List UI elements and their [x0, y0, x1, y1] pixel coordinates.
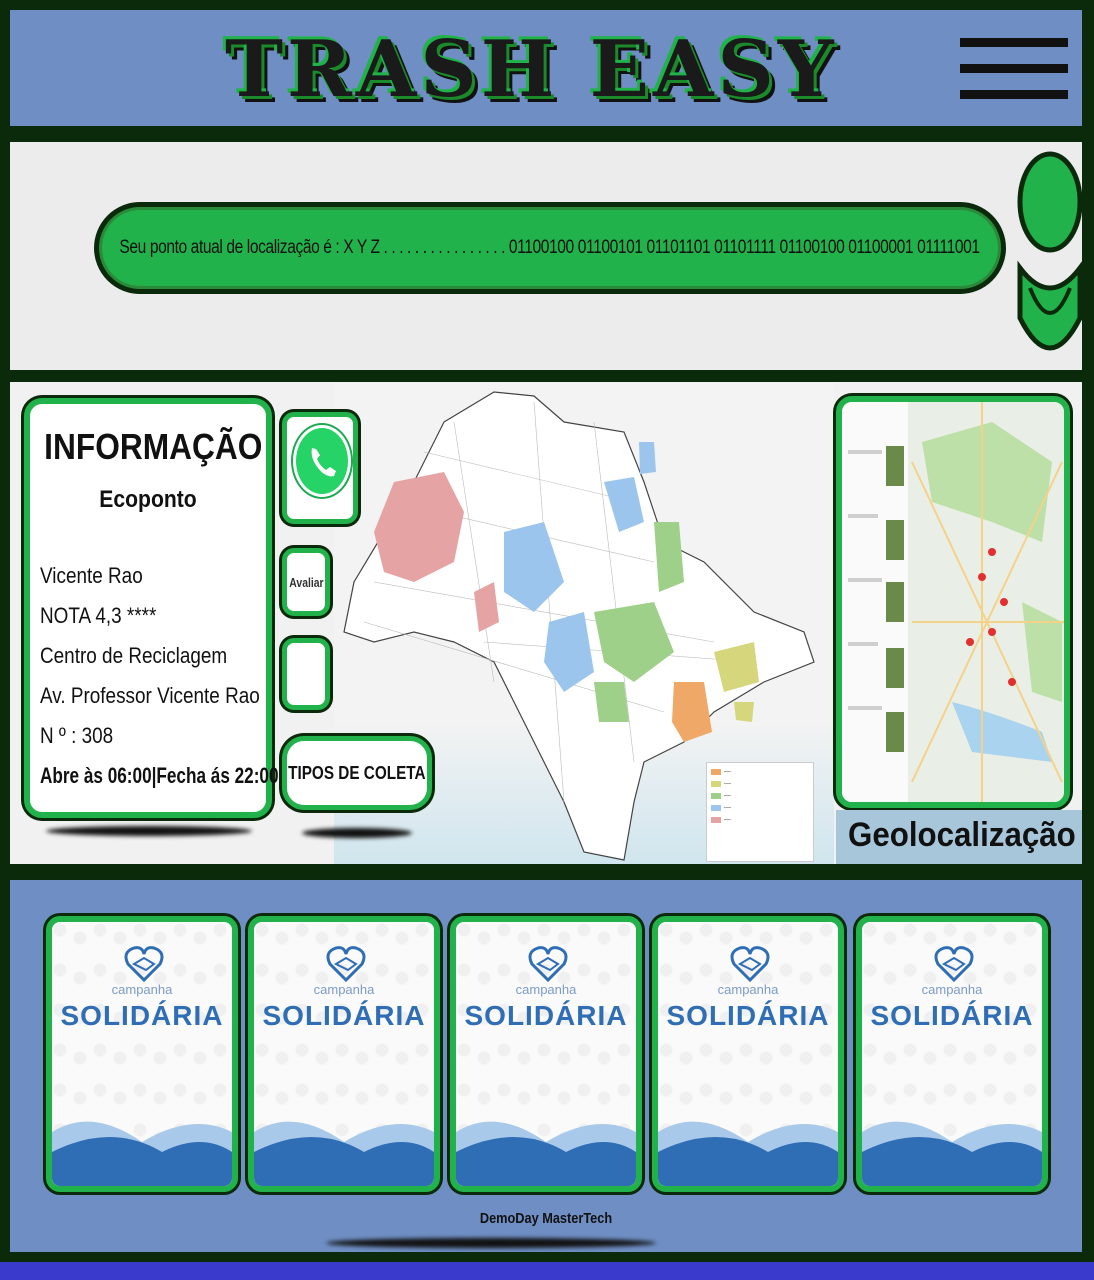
location-bar: Seu ponto atual de localização é : X Y Z…	[94, 202, 1006, 294]
campaign-line1: campanha	[111, 982, 173, 997]
button-shadow	[302, 828, 412, 838]
rate-button-label: Avaliar	[288, 574, 324, 590]
campaign-line1: campanha	[717, 982, 779, 997]
info-name: Vicente Rao	[40, 563, 143, 588]
bottom-strip	[0, 1262, 1094, 1280]
footer-shadow	[326, 1238, 656, 1248]
campaign-line2: SOLIDÁRIA	[870, 1000, 1034, 1031]
campaign-card[interactable]: campanha SOLIDÁRIA	[248, 916, 440, 1192]
hamburger-menu-icon[interactable]	[960, 34, 1070, 104]
info-rating: NOTA 4,3 ****	[40, 603, 157, 628]
info-card: INFORMAÇÃO Ecoponto Vicente Rao NOTA 4,3…	[24, 398, 279, 818]
campaign-line2: SOLIDÁRIA	[666, 1000, 830, 1031]
location-band: Seu ponto atual de localização é : X Y Z…	[6, 138, 1086, 374]
campaign-band: campanha SOLIDÁRIA campanha SOLIDÁRIA ca…	[6, 876, 1086, 1256]
info-address: Av. Professor Vicente Rao	[40, 683, 260, 708]
map-thumbnail	[842, 402, 1064, 802]
campaign-wave	[862, 1121, 1042, 1186]
map-legend: — — — — —	[706, 762, 814, 862]
campaign-line1: campanha	[515, 982, 577, 997]
collection-types-label: TIPOS DE COLETA	[288, 762, 426, 783]
info-type: Centro de Reciclagem	[40, 643, 228, 668]
whatsapp-icon	[293, 425, 351, 497]
campaign-card[interactable]: campanha SOLIDÁRIA	[652, 916, 844, 1192]
campaign-line2: SOLIDÁRIA	[60, 1000, 224, 1031]
campaign-line2: SOLIDÁRIA	[464, 1000, 628, 1031]
campaign-line1: campanha	[313, 982, 375, 997]
campaign-wave	[254, 1121, 434, 1186]
geolocation-label-box: Geolocalização	[836, 810, 1082, 864]
geolocation-label: Geolocalização	[848, 816, 1076, 854]
campaign-card[interactable]: campanha SOLIDÁRIA	[46, 916, 238, 1192]
info-card-shadow	[46, 826, 252, 836]
info-hours: Abre às 06:00|Fecha ás 22:00	[40, 763, 279, 788]
location-pin-icon	[1017, 151, 1083, 351]
campaign-card[interactable]: campanha SOLIDÁRIA	[856, 916, 1048, 1192]
footer-text: DemoDay MasterTech	[479, 1210, 613, 1227]
heart-handshake-icon	[528, 946, 568, 983]
location-text: Seu ponto atual de localização é : X Y Z…	[119, 237, 981, 258]
rate-button[interactable]: Avaliar	[282, 548, 330, 616]
info-title: INFORMAÇÃO	[44, 426, 263, 467]
heart-handshake-icon	[934, 946, 974, 983]
blank-button[interactable]	[282, 638, 330, 710]
campaign-wave	[456, 1121, 636, 1186]
main-band: — — — — — INFORMAÇÃO Ecoponto Vicente Ra…	[6, 378, 1086, 868]
heart-handshake-icon	[124, 946, 164, 983]
app-title: TRASH EASY	[225, 24, 838, 115]
geolocation-map-card[interactable]	[836, 396, 1070, 808]
campaign-card[interactable]: campanha SOLIDÁRIA	[450, 916, 642, 1192]
whatsapp-button[interactable]	[282, 412, 358, 524]
campaign-line1: campanha	[921, 982, 983, 997]
collection-types-button[interactable]: TIPOS DE COLETA	[282, 736, 432, 810]
heart-handshake-icon	[730, 946, 770, 983]
heart-handshake-icon	[326, 946, 366, 983]
campaign-wave	[658, 1121, 838, 1186]
info-number: N º : 308	[40, 723, 114, 748]
header: TRASH EASY	[6, 6, 1086, 130]
campaign-line2: SOLIDÁRIA	[262, 1000, 426, 1031]
campaign-wave	[52, 1121, 232, 1186]
info-subtitle: Ecoponto	[99, 486, 197, 513]
